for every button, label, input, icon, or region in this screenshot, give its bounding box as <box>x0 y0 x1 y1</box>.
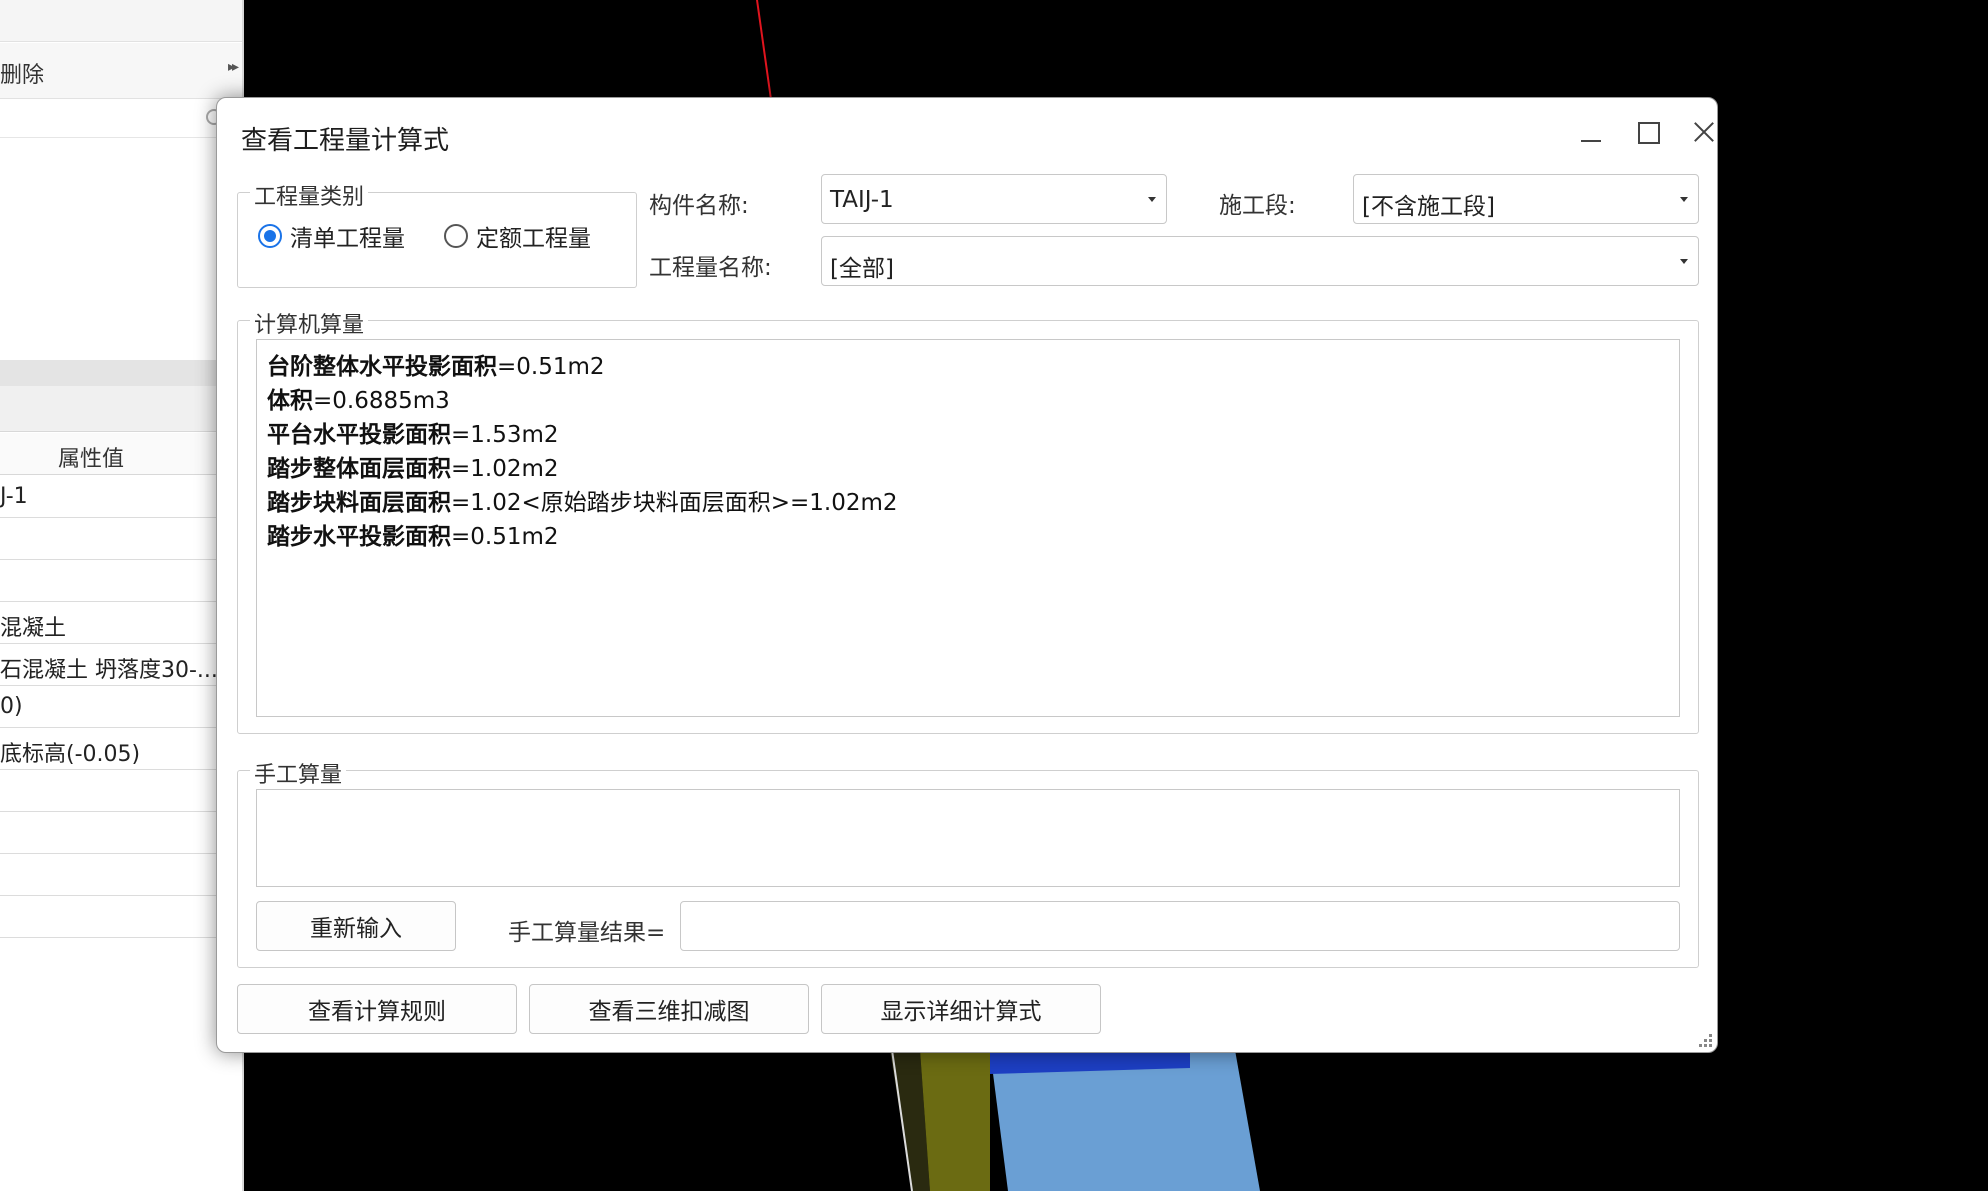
manual-calc-group: 手工算量 重新输入 手工算量结果= <box>237 757 1699 968</box>
calc-line-name: 踏步块料面层面积 <box>267 490 451 516</box>
property-row-value: 混凝土 <box>0 616 67 641</box>
component-name-value: TAIJ-1 <box>830 187 894 213</box>
calc-line-name: 体积 <box>267 388 313 414</box>
calc-line-expr: =1.02m2 <box>451 456 559 482</box>
computer-calc-text[interactable]: 台阶整体水平投影面积=0.51m2 体积=0.6885m3 平台水平投影面积=1… <box>256 339 1680 717</box>
quantity-name-select[interactable]: [全部] <box>821 236 1699 286</box>
calc-line-name: 踏步整体面层面积 <box>267 456 451 482</box>
reenter-button[interactable]: 重新输入 <box>256 901 456 951</box>
property-row[interactable] <box>0 896 242 938</box>
manual-result-input[interactable] <box>680 901 1680 951</box>
calc-line: 踏步水平投影面积=0.51m2 <box>267 520 898 554</box>
manual-calc-input[interactable] <box>256 789 1680 887</box>
chevron-down-icon <box>1680 259 1688 264</box>
calc-line-expr: =0.51m2 <box>497 354 605 380</box>
property-row[interactable]: J-1 <box>0 476 242 518</box>
maximize-icon[interactable] <box>1623 112 1671 152</box>
construction-stage-value: [不含施工段] <box>1362 194 1495 220</box>
property-row-value: 石混凝土 坍落度30-... <box>0 658 218 683</box>
calc-line: 踏步整体面层面积=1.02m2 <box>267 452 898 486</box>
component-name-select[interactable]: TAIJ-1 <box>821 174 1167 224</box>
property-value-header: 属性值 <box>0 433 242 475</box>
radio-unselected-icon <box>444 224 468 248</box>
quantity-formula-dialog: 查看工程量计算式 工程量类别 清单工程量 定额工程量 构件名称: TAIJ-1 … <box>216 97 1718 1053</box>
radio-selected-icon <box>258 224 282 248</box>
manual-calc-legend: 手工算量 <box>250 757 347 789</box>
calc-line-name: 台阶整体水平投影面积 <box>267 354 497 380</box>
chevron-down-icon <box>1680 197 1688 202</box>
property-value-header-label: 属性值 <box>58 447 125 472</box>
quantity-name-value: [全部] <box>830 256 894 282</box>
property-row[interactable] <box>0 560 242 602</box>
manual-result-label: 手工算量结果= <box>508 920 666 946</box>
computer-calc-legend: 计算机算量 <box>250 307 369 339</box>
red-axis-line <box>756 0 772 100</box>
close-icon[interactable] <box>1679 112 1727 152</box>
property-row[interactable]: 石混凝土 坍落度30-... <box>0 644 242 686</box>
show-detail-formula-button[interactable]: 显示详细计算式 <box>821 984 1101 1034</box>
calc-line: 平台水平投影面积=1.53m2 <box>267 418 898 452</box>
double-chevron-right-icon[interactable]: ▸▸ <box>228 59 239 75</box>
property-row[interactable] <box>0 854 242 896</box>
quantity-type-legend: 工程量类别 <box>250 179 369 211</box>
property-row[interactable]: 底标高(-0.05) <box>0 728 242 770</box>
radio-bill-quantity[interactable]: 清单工程量 <box>258 221 405 252</box>
3d-model-fragment <box>890 1050 1260 1191</box>
calc-line: 台阶整体水平投影面积=0.51m2 <box>267 350 898 384</box>
calc-line-expr: =0.6885m3 <box>313 388 450 414</box>
quantity-type-group: 工程量类别 清单工程量 定额工程量 <box>237 179 637 288</box>
minimize-icon[interactable] <box>1567 112 1615 152</box>
quantity-name-label: 工程量名称: <box>649 255 772 281</box>
property-row[interactable]: 混凝土 <box>0 602 242 644</box>
radio-quota-quantity[interactable]: 定额工程量 <box>444 221 591 252</box>
property-panel: 删除 ▸▸ 属性值 J-1 混凝土 石混凝土 坍落度30-... 0) 底标高(… <box>0 0 244 1191</box>
calc-line-name: 踏步水平投影面积 <box>267 524 451 550</box>
property-row[interactable] <box>0 812 242 854</box>
panel-section-bar <box>0 386 242 432</box>
property-row[interactable] <box>0 518 242 560</box>
model-face-olive <box>920 1050 990 1191</box>
delete-label: 删除 <box>0 63 45 88</box>
panel-filter-row[interactable] <box>0 100 242 138</box>
delete-row[interactable]: 删除 ▸▸ <box>0 43 242 99</box>
radio-bill-quantity-label: 清单工程量 <box>290 226 405 252</box>
property-row[interactable]: 0) <box>0 686 242 728</box>
property-row-value: J-1 <box>0 484 28 509</box>
property-row[interactable] <box>0 770 242 812</box>
dialog-title: 查看工程量计算式 <box>241 126 450 156</box>
property-row-value: 0) <box>0 694 23 719</box>
panel-divider <box>0 360 242 386</box>
calc-line-name: 平台水平投影面积 <box>267 422 451 448</box>
panel-toolbar <box>0 0 242 42</box>
property-row-value: 底标高(-0.05) <box>0 742 141 767</box>
resize-grip-icon[interactable] <box>1699 1034 1713 1048</box>
computer-calc-group: 计算机算量 台阶整体水平投影面积=0.51m2 体积=0.6885m3 平台水平… <box>237 307 1699 734</box>
calc-line-expr: =0.51m2 <box>451 524 559 550</box>
component-name-label: 构件名称: <box>649 193 749 219</box>
radio-quota-quantity-label: 定额工程量 <box>476 226 591 252</box>
chevron-down-icon <box>1148 197 1156 202</box>
calc-line-expr: =1.53m2 <box>451 422 559 448</box>
view-calc-rules-button[interactable]: 查看计算规则 <box>237 984 517 1034</box>
construction-stage-select[interactable]: [不含施工段] <box>1353 174 1699 224</box>
calc-line-expr: =1.02<原始踏步块料面层面积>=1.02m2 <box>451 490 898 516</box>
calc-line: 体积=0.6885m3 <box>267 384 898 418</box>
construction-stage-label: 施工段: <box>1219 193 1296 219</box>
calc-lines: 台阶整体水平投影面积=0.51m2 体积=0.6885m3 平台水平投影面积=1… <box>267 350 898 554</box>
calc-line: 踏步块料面层面积=1.02<原始踏步块料面层面积>=1.02m2 <box>267 486 898 520</box>
view-3d-deduction-button[interactable]: 查看三维扣减图 <box>529 984 809 1034</box>
